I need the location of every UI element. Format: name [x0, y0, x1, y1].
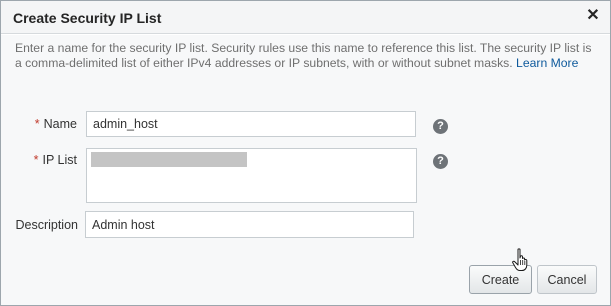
required-indicator: *: [33, 153, 39, 167]
name-input[interactable]: [86, 111, 416, 137]
dialog-description: Enter a name for the security IP list. S…: [15, 41, 600, 71]
name-label-text: Name: [43, 117, 77, 131]
ip-list-label: * IP List: [31, 153, 77, 167]
create-button[interactable]: Create: [469, 265, 532, 294]
learn-more-link[interactable]: Learn More: [516, 56, 578, 70]
name-label: * Name: [31, 117, 77, 131]
create-security-ip-list-dialog: Create Security IP List ✕ Enter a name f…: [0, 0, 611, 306]
close-icon[interactable]: ✕: [584, 6, 602, 26]
description-input[interactable]: [85, 211, 414, 238]
redacted-content: [91, 152, 247, 167]
description-label: Description: [15, 218, 78, 232]
help-icon[interactable]: ?: [433, 119, 448, 134]
dialog-content: Enter a name for the security IP list. S…: [1, 35, 610, 305]
ip-list-label-text: IP List: [42, 153, 77, 167]
help-icon[interactable]: ?: [433, 154, 448, 169]
dialog-title: Create Security IP List: [13, 10, 162, 26]
cancel-button[interactable]: Cancel: [537, 265, 597, 294]
description-text: Enter a name for the security IP list. S…: [15, 41, 592, 70]
ip-list-wrapper: [86, 148, 417, 203]
dialog-titlebar: Create Security IP List ✕: [1, 1, 610, 34]
required-indicator: *: [34, 117, 40, 131]
